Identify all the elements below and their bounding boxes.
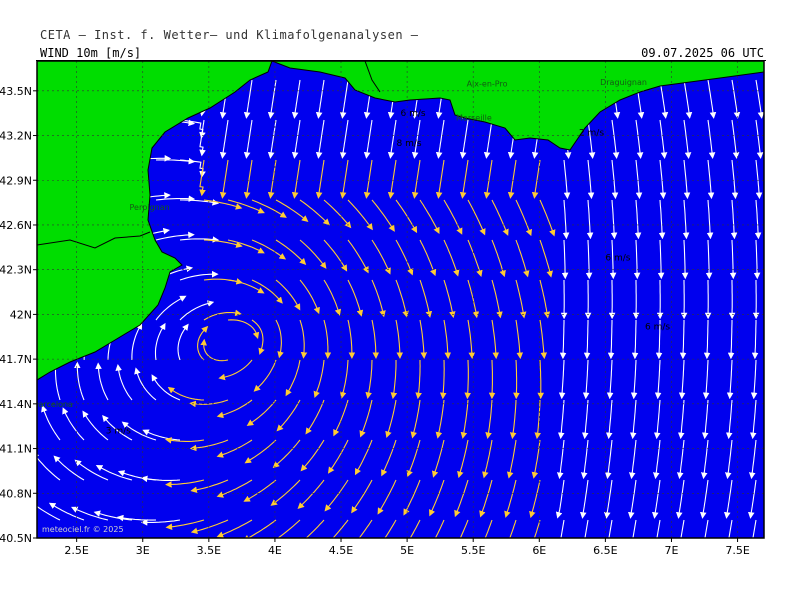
wind-streamline-map: Perpignan Barcelona Marseille Aix-en-Pro Dra… bbox=[0, 60, 765, 557]
y-tick-label: 41.4N bbox=[0, 398, 32, 411]
city-label: Barcelona bbox=[33, 400, 73, 409]
speed-label: 6 m/s bbox=[401, 109, 426, 119]
y-tick-label: 40.5N bbox=[0, 532, 32, 545]
x-tick-label: 6E bbox=[532, 544, 546, 557]
city-label: Perpignan bbox=[130, 203, 170, 212]
x-tick-label: 4E bbox=[268, 544, 282, 557]
y-tick-label: 42N bbox=[10, 308, 32, 321]
x-tick-label: 7E bbox=[664, 544, 678, 557]
x-tick-label: 6.5E bbox=[593, 544, 617, 557]
y-tick-label: 40.8N bbox=[0, 487, 32, 500]
y-tick-label: 42.6N bbox=[0, 219, 32, 232]
x-tick-label: 3E bbox=[136, 544, 150, 557]
x-tick-label: 2.5E bbox=[64, 544, 88, 557]
y-tick-label: 42.9N bbox=[0, 174, 32, 187]
y-tick-label: 43.2N bbox=[0, 130, 32, 143]
speed-label: 6 m/s bbox=[645, 322, 670, 332]
x-tick-label: 7.5E bbox=[725, 544, 749, 557]
y-tick-label: 41.7N bbox=[0, 353, 32, 366]
y-tick-label: 43.5N bbox=[0, 85, 32, 98]
speed-label: 3 m/s bbox=[106, 427, 131, 437]
x-tick-label: 4.5E bbox=[329, 544, 353, 557]
streamline bbox=[513, 359, 520, 400]
copyright-text: meteociel.fr © 2025 bbox=[42, 525, 124, 534]
y-tick-label: 41.1N bbox=[0, 443, 32, 456]
x-tick-label: 3.5E bbox=[197, 544, 221, 557]
speed-label: 2 m/s bbox=[579, 129, 604, 139]
y-tick-label: 42.3N bbox=[0, 264, 32, 277]
speed-label: 6 m/s bbox=[605, 254, 630, 264]
city-label: Marseille bbox=[456, 114, 492, 123]
city-label: Aix-en-Pro bbox=[467, 79, 508, 88]
speed-label: 8 m/s bbox=[397, 139, 422, 149]
city-label: Draguignan bbox=[600, 78, 647, 87]
x-tick-label: 5E bbox=[400, 544, 414, 557]
x-tick-label: 5.5E bbox=[461, 544, 485, 557]
